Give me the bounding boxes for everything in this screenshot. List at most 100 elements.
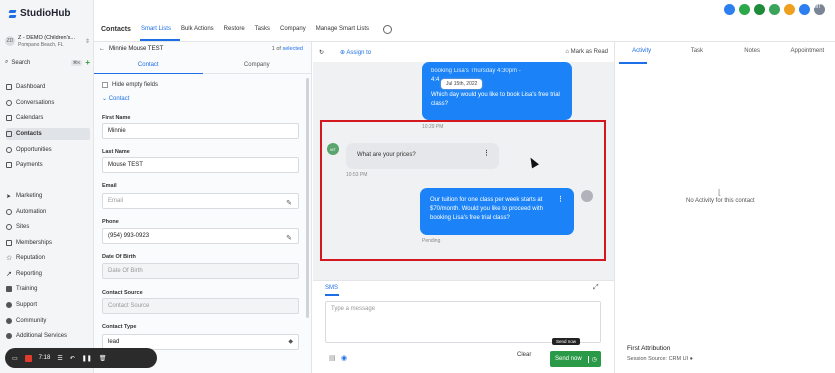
tab-restore[interactable]: Restore — [224, 26, 245, 32]
schedule-icon[interactable]: ◷ — [587, 355, 597, 363]
location-switcher[interactable]: ZD Z - DEMO (Children's... Pompano Beach… — [5, 31, 90, 51]
sidebar-search[interactable]: ⌕ Search ⌘K + — [5, 57, 90, 68]
tab-smart-lists[interactable]: Smart Lists — [141, 26, 171, 32]
tab-company[interactable]: Company — [203, 56, 312, 73]
selected-link[interactable]: selected — [283, 46, 304, 52]
menu-icon[interactable]: ☰ — [57, 355, 62, 362]
tab-notes[interactable]: Notes — [725, 48, 780, 62]
phone-field[interactable]: (954) 993-0923 ✎ — [102, 228, 299, 244]
sidebar-item-support[interactable]: Support — [6, 299, 90, 311]
mark-as-read-button[interactable]: ⌂ Mark as Read — [565, 49, 608, 55]
activity-tabs: Activity Task Notes Appointment — [614, 48, 835, 62]
dob-field[interactable]: Date Of Birth — [102, 263, 299, 279]
first-name-field[interactable]: Minnie — [102, 123, 299, 139]
sidebar-item-conversations[interactable]: Conversations — [6, 97, 90, 109]
sidebar-item-automation[interactable]: Automation — [6, 206, 90, 218]
tab-task[interactable]: Task — [669, 48, 724, 62]
camera-icon[interactable]: ▭ — [12, 355, 18, 362]
section-label: Contact — [108, 96, 130, 102]
sidebar-item-opportunities[interactable]: Opportunities — [6, 144, 90, 156]
tab-activity[interactable]: Activity — [614, 48, 669, 62]
sidebar-item-marketing[interactable]: ➤ Marketing — [6, 190, 90, 202]
chevron-down-icon: ◆ — [288, 339, 293, 345]
help-icon[interactable] — [799, 4, 810, 15]
emoji-icon[interactable]: ◉ — [341, 354, 347, 362]
attachment-icon[interactable]: ▤ — [329, 354, 336, 362]
sidebar-item-label: Memberships — [16, 240, 53, 246]
phone-icon[interactable] — [739, 4, 750, 15]
email-field[interactable]: Email ✎ — [102, 193, 299, 209]
sidebar-item-label: Additional Services — [16, 333, 68, 339]
sidebar-item-additional-services[interactable]: Additional Services — [6, 330, 90, 342]
tab-appointment[interactable]: Appointment — [780, 48, 835, 62]
sidebar-item-training[interactable]: Training — [6, 283, 90, 295]
sidebar-item-dashboard[interactable]: Dashboard — [6, 81, 90, 93]
gear-icon[interactable] — [383, 24, 393, 34]
megaphone-icon[interactable] — [769, 4, 780, 15]
sidebar-item-community[interactable]: Community — [6, 315, 90, 327]
message-text: Which day would you like to book Lisa's … — [431, 92, 560, 107]
clear-button[interactable]: Clear — [517, 352, 531, 358]
stop-icon[interactable] — [24, 354, 32, 362]
assign-label: Assign to — [346, 49, 372, 56]
hide-empty-row[interactable]: Hide empty fields ⌄ Contact — [102, 82, 298, 102]
pencil-icon[interactable]: ✎ — [286, 232, 292, 246]
send-icon: ➤ — [6, 194, 12, 200]
contacts-icon — [6, 131, 12, 137]
tab-contact[interactable]: Contact — [94, 56, 203, 73]
pagination-text: 1 of — [271, 46, 281, 52]
pause-icon[interactable]: ❚❚ — [82, 355, 92, 362]
screen-icon[interactable] — [724, 4, 735, 15]
back-arrow-icon[interactable]: ← — [99, 46, 105, 52]
chevron-updown-icon: ⇕ — [84, 38, 90, 45]
filter-icon — [6, 147, 12, 153]
sidebar-item-reputation[interactable]: ☆ Reputation — [6, 252, 90, 264]
sidebar-item-label: Reputation — [16, 255, 46, 261]
sidebar-item-label: Dashboard — [16, 84, 46, 90]
trash-icon[interactable]: 🗑 — [99, 355, 107, 362]
tab-sms[interactable]: SMS — [325, 285, 338, 291]
app: StudioHub ZD Z - DEMO (Children's... Pom… — [0, 0, 835, 373]
quick-add-icon[interactable]: + — [85, 58, 90, 67]
sidebar-item-contacts[interactable]: Contacts — [6, 128, 90, 140]
bell-icon[interactable] — [784, 4, 795, 15]
sidebar-item-label: Training — [16, 286, 38, 292]
collapse-icon[interactable]: ↻ — [319, 49, 324, 56]
scrollbar[interactable] — [306, 78, 309, 318]
sidebar-item-memberships[interactable]: Memberships — [6, 237, 90, 249]
tab-bulk-actions[interactable]: Bulk Actions — [181, 26, 214, 32]
brand-name: StudioHub — [20, 8, 71, 19]
sidebar-item-sites[interactable]: Sites — [6, 221, 90, 233]
tab-tasks[interactable]: Tasks — [255, 26, 270, 32]
avatar[interactable]: MT — [814, 4, 825, 15]
checkbox[interactable] — [102, 82, 108, 88]
sidebar-item-calendars[interactable]: Calendars — [6, 112, 90, 124]
sidebar-item-label: Conversations — [16, 100, 55, 106]
tab-company[interactable]: Company — [280, 26, 306, 32]
location-name: Z - DEMO (Children's... — [18, 34, 75, 41]
mark-read-label: Mark as Read — [570, 49, 608, 55]
last-name-field[interactable]: Mouse TEST — [102, 157, 299, 173]
sidebar-item-reporting[interactable]: ↗ Reporting — [6, 268, 90, 280]
assign-button[interactable]: ⊕ Assign to — [340, 49, 371, 56]
header-icons: MT — [724, 4, 825, 15]
message-input[interactable]: Type a message — [325, 301, 601, 343]
send-now-button[interactable]: Send now ◷ — [550, 351, 601, 367]
sidebar-item-payments[interactable]: Payments — [6, 159, 90, 171]
phone-label: Phone — [102, 219, 119, 225]
message-text: booking Lisa's Thursday 4:30pm - — [431, 68, 521, 74]
star-icon: ☆ — [6, 255, 13, 262]
logo[interactable]: StudioHub — [7, 8, 71, 19]
email-label: Email — [102, 183, 117, 189]
undo-icon[interactable]: ↶ — [70, 355, 75, 362]
tab-manage-smart-lists[interactable]: Manage Smart Lists — [316, 26, 369, 32]
sidebar-item-label: Marketing — [16, 193, 43, 199]
refresh-icon[interactable] — [754, 4, 765, 15]
membership-icon — [6, 240, 12, 246]
expand-icon[interactable]: ⤢ — [593, 284, 599, 292]
contact-source-field[interactable]: Contact Source — [102, 298, 299, 314]
session-source: Session Source: CRM UI ● — [627, 356, 693, 362]
help-icon[interactable]: ● — [690, 356, 693, 362]
pencil-icon[interactable]: ✎ — [286, 197, 292, 211]
section-contact[interactable]: ⌄ Contact — [102, 95, 298, 102]
